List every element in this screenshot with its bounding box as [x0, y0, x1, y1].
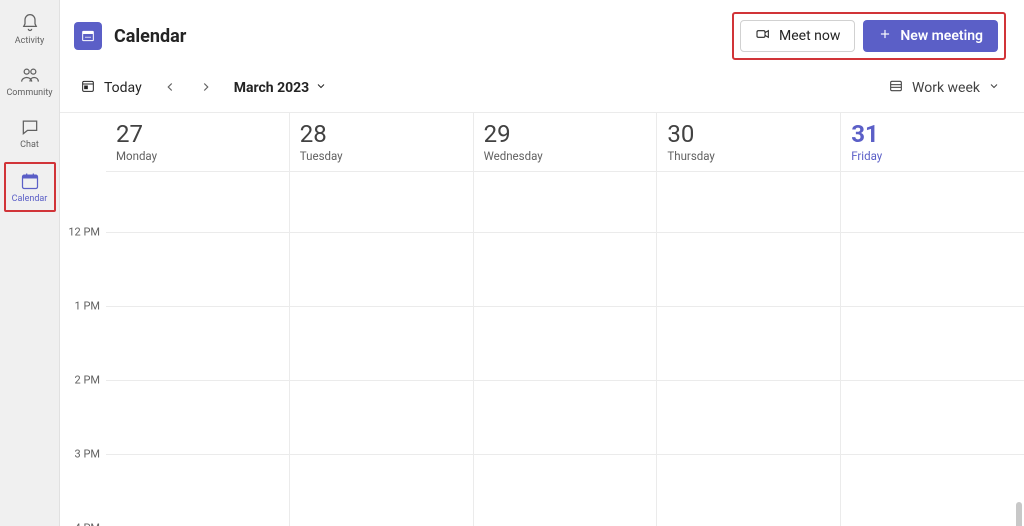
chat-icon: [19, 116, 41, 138]
calendar-grid[interactable]: 12 PM 1 PM 2 PM 3 PM 4 PM: [60, 172, 1024, 526]
prev-period-button[interactable]: [156, 74, 184, 102]
chevron-right-icon: [199, 79, 213, 98]
day-header[interactable]: 28 Tuesday: [289, 113, 473, 171]
plus-icon: [878, 27, 892, 45]
chevron-down-icon: [988, 80, 1000, 96]
today-button[interactable]: Today: [74, 74, 148, 102]
day-column[interactable]: [473, 172, 657, 526]
period-label: March 2023: [234, 80, 310, 96]
day-header[interactable]: 31 Friday: [840, 113, 1024, 171]
day-column[interactable]: [106, 172, 289, 526]
rail-label: Calendar: [12, 194, 48, 204]
bell-icon: [19, 12, 41, 34]
new-meeting-label: New meeting: [900, 28, 983, 44]
time-gutter: 12 PM 1 PM 2 PM 3 PM 4 PM: [60, 172, 106, 526]
header-actions-highlight: Meet now New meeting: [732, 12, 1006, 60]
hour-line: [290, 232, 473, 233]
hour-line: [657, 306, 840, 307]
page-title: Calendar: [114, 26, 186, 47]
day-name: Tuesday: [300, 149, 459, 163]
hour-line: [106, 306, 289, 307]
hour-line: [290, 306, 473, 307]
day-number: 28: [300, 121, 459, 147]
period-picker[interactable]: March 2023: [228, 76, 334, 100]
hour-line: [657, 454, 840, 455]
day-header[interactable]: 29 Wednesday: [473, 113, 657, 171]
day-number: 29: [484, 121, 643, 147]
rail-label: Activity: [15, 36, 44, 46]
meet-now-label: Meet now: [779, 28, 840, 44]
app-rail: Activity Community Chat Calendar: [0, 0, 60, 526]
hour-line: [841, 306, 1024, 307]
list-icon: [888, 78, 904, 98]
chevron-left-icon: [163, 79, 177, 98]
hour-line: [841, 380, 1024, 381]
time-label: 4 PM: [75, 522, 100, 526]
rail-item-calendar[interactable]: Calendar: [6, 164, 54, 210]
time-label: 3 PM: [75, 448, 100, 461]
today-label: Today: [104, 80, 142, 96]
day-name: Wednesday: [484, 149, 643, 163]
calendar-today-icon: [80, 78, 96, 98]
hour-line: [657, 380, 840, 381]
hour-line: [474, 232, 657, 233]
hour-line: [841, 232, 1024, 233]
hour-line: [474, 306, 657, 307]
view-selector[interactable]: Work week: [882, 74, 1006, 102]
calendar-toolbar: Today March 2023: [60, 70, 1024, 113]
next-period-button[interactable]: [192, 74, 220, 102]
rail-item-chat[interactable]: Chat: [6, 110, 54, 156]
day-number: 31: [851, 121, 1010, 147]
hour-line: [106, 232, 289, 233]
scrollbar[interactable]: [1016, 502, 1022, 526]
day-name: Monday: [116, 149, 275, 163]
day-header[interactable]: 30 Thursday: [656, 113, 840, 171]
people-icon: [19, 64, 41, 86]
hour-line: [841, 454, 1024, 455]
day-column[interactable]: [289, 172, 473, 526]
time-label: 1 PM: [75, 300, 100, 313]
chevron-down-icon: [315, 80, 327, 96]
hour-line: [657, 232, 840, 233]
time-label: 12 PM: [68, 226, 100, 239]
page-header: Calendar Meet now New meeting: [60, 0, 1024, 70]
rail-item-community[interactable]: Community: [6, 58, 54, 104]
hour-line: [290, 454, 473, 455]
rail-item-activity[interactable]: Activity: [6, 6, 54, 52]
day-headers: 27 Monday 28 Tuesday 29 Wednesday 30 Thursday 31…: [106, 113, 1024, 172]
rail-label: Community: [6, 88, 52, 98]
hour-line: [106, 380, 289, 381]
time-label: 2 PM: [75, 374, 100, 387]
calendar-app-icon: [74, 22, 102, 50]
hour-line: [474, 380, 657, 381]
day-header[interactable]: 27 Monday: [106, 113, 289, 171]
new-meeting-button[interactable]: New meeting: [863, 20, 998, 52]
view-label: Work week: [912, 80, 980, 96]
video-icon: [755, 26, 771, 46]
hour-line: [474, 454, 657, 455]
day-column[interactable]: [840, 172, 1024, 526]
meet-now-button[interactable]: Meet now: [740, 20, 855, 52]
hour-line: [290, 380, 473, 381]
rail-label: Chat: [20, 140, 39, 150]
day-number: 30: [667, 121, 826, 147]
day-number: 27: [116, 121, 275, 147]
calendar-icon: [19, 170, 41, 192]
day-column[interactable]: [656, 172, 840, 526]
main-area: Calendar Meet now New meeting: [60, 0, 1024, 526]
day-name: Friday: [851, 149, 1010, 163]
day-name: Thursday: [667, 149, 826, 163]
hour-line: [106, 454, 289, 455]
